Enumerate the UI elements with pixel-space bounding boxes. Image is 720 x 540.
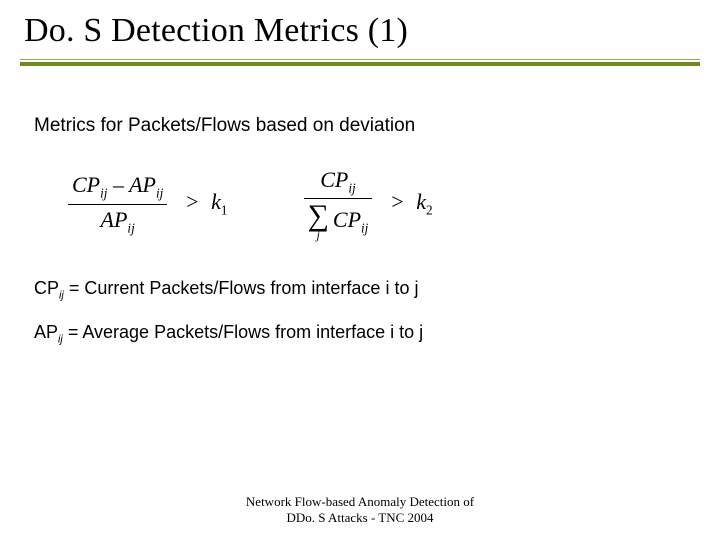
frac2-numerator: CPij [316,167,359,196]
sigma-icon: ∑ [308,201,329,231]
frac1-bar [68,204,167,205]
fraction-1: CPij – APij APij [68,172,167,236]
slide-body: Metrics for Packets/Flows based on devia… [34,115,686,354]
sigma-block: ∑ j [308,201,329,241]
frac2-denominator: ∑ j CPij [304,201,373,241]
definition-cp: CPij = Current Packets/Flows from interf… [34,267,686,310]
slide-title: Do. S Detection Metrics (1) [24,12,408,50]
frac1-relation: > [185,189,200,214]
frac1-numerator: CPij – APij [68,172,167,201]
definition-ap: APij = Average Packets/Flows from interf… [34,311,686,354]
title-rule-thick [20,62,700,66]
slide: Do. S Detection Metrics (1) Metrics for … [0,0,720,540]
frac1-k: k1 [211,189,227,214]
title-rule-thin [20,59,700,60]
definitions: CPij = Current Packets/Flows from interf… [34,267,686,353]
formula-2: CPij ∑ j CPij > k2 [298,167,433,241]
formula-row: CPij – APij APij > k1 [34,167,686,241]
frac2-relation: > [390,189,405,214]
footer-line-2: DDo. S Attacks - TNC 2004 [0,510,720,526]
footer-line-1: Network Flow-based Anomaly Detection of [0,494,720,510]
frac1-denominator: APij [97,207,139,236]
formula-1: CPij – APij APij > k1 [62,172,228,236]
fraction-2: CPij ∑ j CPij [304,167,373,241]
frac2-k: k2 [416,189,432,214]
slide-footer: Network Flow-based Anomaly Detection of … [0,494,720,527]
body-heading: Metrics for Packets/Flows based on devia… [34,115,686,137]
